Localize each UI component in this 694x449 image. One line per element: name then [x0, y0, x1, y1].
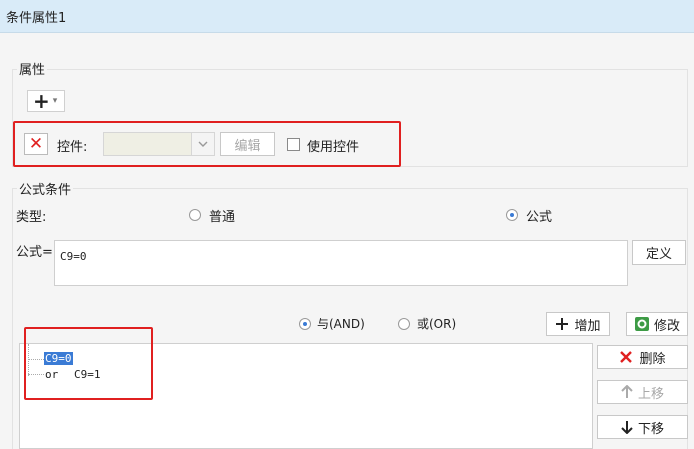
move-down-button[interactable]: 下移: [597, 415, 688, 439]
delete-condition-label: 删除: [639, 351, 666, 367]
logic-option-or: 或(OR): [417, 317, 457, 331]
type-option-normal: 普通: [209, 210, 236, 225]
gear-icon: [634, 317, 649, 331]
logic-radio-or[interactable]: [398, 318, 410, 330]
plus-icon: +: [33, 89, 50, 113]
chevron-down-icon: ▾: [52, 96, 58, 106]
formula-label: 公式=: [16, 245, 53, 260]
window-title: 条件属性1: [6, 11, 67, 26]
title-bar: 条件属性1: [0, 0, 694, 33]
type-radio-normal[interactable]: [189, 209, 201, 221]
move-down-label: 下移: [637, 421, 664, 437]
arrow-down-icon: [621, 421, 633, 434]
logic-option-and: 与(AND): [317, 317, 365, 331]
plus-icon: [556, 318, 569, 330]
logic-radio-and[interactable]: [299, 318, 311, 330]
arrow-up-icon: [621, 385, 633, 398]
define-button[interactable]: 定义: [632, 240, 686, 265]
modify-condition-label: 修改: [653, 318, 680, 334]
annotation-highlight-control-row: [13, 121, 401, 167]
add-condition-label: 增加: [574, 318, 601, 334]
move-up-label: 上移: [637, 386, 664, 402]
type-label: 类型:: [16, 210, 47, 225]
annotation-highlight-conditions: [24, 327, 153, 400]
define-button-label: 定义: [645, 247, 672, 262]
modify-condition-button[interactable]: 修改: [626, 312, 688, 336]
formula-input[interactable]: C9=0: [54, 240, 628, 286]
type-option-formula: 公式: [526, 210, 553, 225]
move-up-button[interactable]: 上移: [597, 380, 688, 404]
type-radio-formula[interactable]: [506, 209, 518, 221]
formula-condition-section-label: 公式条件: [17, 179, 74, 198]
close-icon: [620, 351, 633, 363]
add-property-button[interactable]: + ▾: [27, 90, 65, 112]
add-condition-button[interactable]: 增加: [546, 312, 610, 336]
properties-section-label: 属性: [17, 59, 48, 78]
delete-condition-button[interactable]: 删除: [597, 345, 688, 369]
formula-value: C9=0: [60, 250, 87, 263]
